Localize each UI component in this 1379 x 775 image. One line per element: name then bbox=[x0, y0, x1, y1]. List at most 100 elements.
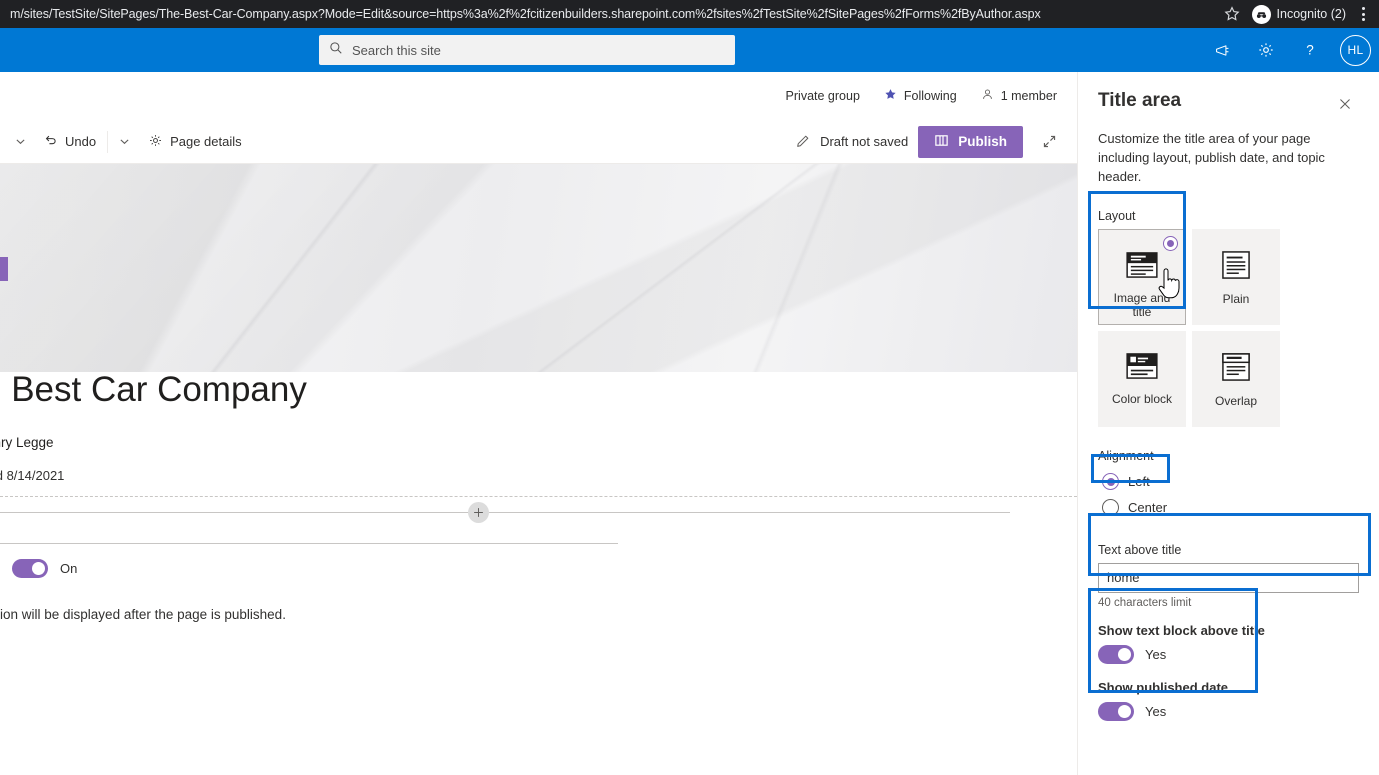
layout-card-label: Image and title bbox=[1113, 290, 1171, 319]
kebab-menu-icon[interactable] bbox=[1358, 7, 1369, 21]
show-published-date-toggle[interactable] bbox=[1098, 701, 1134, 721]
layout-card-label: Color block bbox=[1111, 391, 1173, 406]
layout-options: Image and title Plain Color block Overla… bbox=[1098, 228, 1359, 427]
incognito-indicator[interactable]: Incognito (2) bbox=[1251, 4, 1346, 24]
layout-plain-icon bbox=[1222, 250, 1250, 284]
publish-label: Publish bbox=[958, 134, 1007, 149]
undo-icon bbox=[44, 133, 58, 150]
layout-label: Layout bbox=[1098, 208, 1136, 223]
alignment-center-label: Center bbox=[1128, 500, 1168, 516]
layout-option-overlap[interactable]: Overlap bbox=[1192, 330, 1280, 427]
show-published-date-group: Show published date Yes bbox=[1098, 680, 1359, 721]
layout-card-label: Plain bbox=[1222, 291, 1250, 306]
undo-button[interactable]: Undo bbox=[35, 126, 105, 158]
search-input[interactable]: Search this site bbox=[319, 35, 735, 65]
comments-note: ection will be displayed after the page … bbox=[0, 607, 286, 622]
section-divider bbox=[0, 496, 1077, 497]
layout-overlap-icon bbox=[1222, 352, 1250, 386]
draft-status-label: Draft not saved bbox=[820, 134, 909, 149]
alignment-option-left[interactable]: Left bbox=[1098, 469, 1359, 495]
layout-image-and-title-icon bbox=[1126, 251, 1158, 283]
toggle-knob bbox=[1118, 647, 1131, 661]
text-above-title-label: Text above title bbox=[1098, 542, 1182, 557]
suite-bar-actions: ? HL bbox=[1202, 28, 1371, 72]
page-author: enry Legge bbox=[0, 435, 54, 450]
radio-unselected-icon bbox=[1102, 499, 1119, 517]
star-filled-icon bbox=[884, 88, 897, 104]
comments-toggle-row: On bbox=[12, 559, 77, 578]
page-details-chevron[interactable] bbox=[110, 126, 139, 158]
alignment-label: Alignment bbox=[1098, 448, 1154, 463]
show-text-block-group: Show text block above title Yes bbox=[1098, 623, 1359, 664]
draft-status: Draft not saved bbox=[796, 133, 908, 151]
close-icon[interactable] bbox=[1331, 90, 1359, 118]
following-label: Following bbox=[903, 89, 957, 103]
pencil-icon bbox=[796, 133, 811, 151]
alignment-option-center[interactable]: Center bbox=[1098, 495, 1359, 521]
undo-dropdown-chevron[interactable] bbox=[6, 126, 35, 158]
gear-icon[interactable] bbox=[1246, 28, 1286, 72]
panel-description: Customize the title area of your page in… bbox=[1098, 131, 1325, 184]
avatar[interactable]: HL bbox=[1340, 34, 1371, 66]
text-above-title-input[interactable] bbox=[1098, 562, 1359, 593]
title-area-property-panel: Title area Customize the title area of y… bbox=[1077, 72, 1379, 775]
workspace: Private group Following 1 member Undo Pa… bbox=[0, 72, 1379, 775]
star-icon[interactable] bbox=[1224, 6, 1240, 22]
page-details-button[interactable]: Page details bbox=[139, 126, 251, 158]
browser-chrome-bar: m/sites/TestSite/SitePages/The-Best-Car-… bbox=[0, 0, 1379, 28]
page-canvas: Private group Following 1 member Undo Pa… bbox=[0, 72, 1077, 775]
show-text-block-toggle[interactable] bbox=[1098, 644, 1134, 664]
layout-color-block-icon bbox=[1126, 352, 1158, 384]
page-title[interactable]: e Best Car Company bbox=[0, 370, 307, 410]
add-section-button[interactable] bbox=[468, 502, 489, 523]
following-button[interactable]: Following bbox=[884, 88, 957, 104]
expand-diagonal-icon[interactable] bbox=[1033, 126, 1065, 158]
comments-divider bbox=[0, 543, 618, 544]
alignment-left-label: Left bbox=[1128, 474, 1150, 490]
panel-title: Title area bbox=[1098, 90, 1182, 111]
toggle-knob bbox=[32, 562, 45, 575]
help-icon[interactable]: ? bbox=[1290, 28, 1330, 72]
page-saved-date: ved 8/14/2021 bbox=[0, 468, 65, 483]
comments-toggle[interactable] bbox=[12, 559, 48, 578]
members-button[interactable]: 1 member bbox=[981, 88, 1057, 104]
radio-selected-icon bbox=[1102, 473, 1119, 491]
browser-toolbar-right: Incognito (2) bbox=[1224, 4, 1369, 24]
text-above-title-hint: 40 characters limit bbox=[1098, 596, 1192, 609]
show-text-block-value: Yes bbox=[1145, 646, 1167, 662]
show-published-date-label: Show published date bbox=[1098, 679, 1229, 695]
layout-option-color-block[interactable]: Color block bbox=[1098, 330, 1186, 427]
sharepoint-suite-bar: Search this site ? HL bbox=[0, 28, 1379, 72]
command-bar-right: Draft not saved Publish bbox=[796, 125, 1065, 158]
incognito-label: Incognito (2) bbox=[1276, 7, 1346, 21]
address-bar[interactable]: m/sites/TestSite/SitePages/The-Best-Car-… bbox=[10, 7, 1224, 21]
site-header: Private group Following 1 member bbox=[0, 72, 1077, 120]
svg-text:?: ? bbox=[1306, 43, 1314, 58]
megaphone-icon[interactable] bbox=[1202, 28, 1242, 72]
search-placeholder: Search this site bbox=[352, 42, 441, 58]
topic-header-chip bbox=[0, 257, 8, 281]
privacy-label: Private group bbox=[785, 89, 860, 103]
undo-label: Undo bbox=[65, 134, 97, 149]
layout-option-plain[interactable]: Plain bbox=[1192, 228, 1280, 325]
show-text-block-row: Yes bbox=[1098, 644, 1359, 664]
layout-card-label: Overlap bbox=[1214, 393, 1258, 408]
panel-header: Title area bbox=[1098, 90, 1359, 118]
comments-toggle-label: On bbox=[60, 561, 78, 576]
title-area-hero[interactable] bbox=[0, 164, 1077, 372]
incognito-icon bbox=[1251, 4, 1271, 24]
command-separator bbox=[107, 130, 109, 153]
layout-option-image-and-title[interactable]: Image and title bbox=[1098, 228, 1186, 325]
search-icon bbox=[329, 41, 343, 60]
selected-radio-icon bbox=[1163, 235, 1178, 251]
publish-button[interactable]: Publish bbox=[918, 125, 1023, 158]
toggle-knob bbox=[1118, 704, 1131, 718]
person-icon bbox=[981, 88, 994, 104]
show-text-block-label: Show text block above title bbox=[1098, 622, 1265, 638]
gear-icon bbox=[148, 133, 163, 151]
publish-panel-icon bbox=[934, 133, 949, 151]
command-bar: Undo Page details Draft not saved Publis… bbox=[0, 120, 1077, 164]
show-published-date-value: Yes bbox=[1145, 703, 1167, 719]
page-details-label: Page details bbox=[170, 134, 242, 149]
show-published-date-row: Yes bbox=[1098, 701, 1359, 721]
